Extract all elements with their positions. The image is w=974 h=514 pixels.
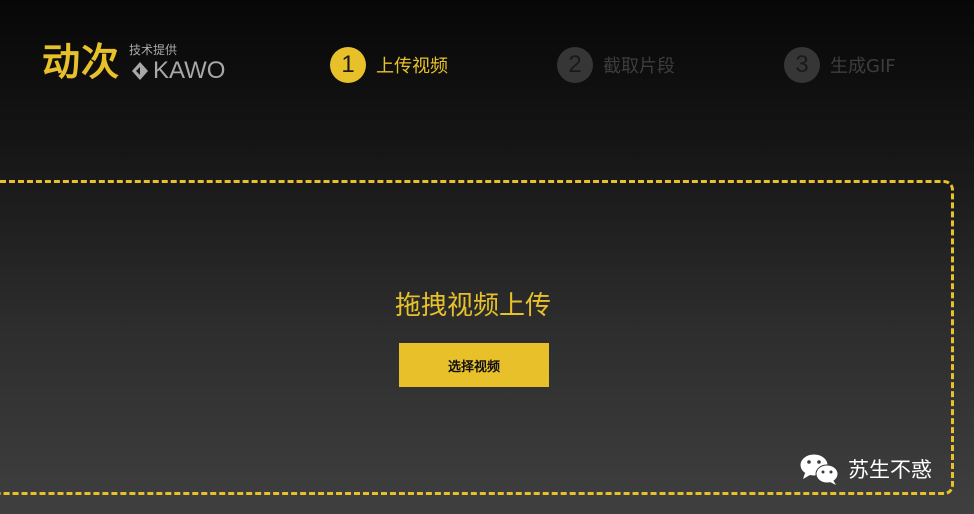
select-video-button[interactable]: 选择视频 [399,343,549,387]
kawo-logo-icon [132,62,148,80]
step-number: 2 [557,47,593,83]
watermark-text: 苏生不惑 [848,458,932,482]
step-trim-clip[interactable]: 2 截取片段 [557,46,675,84]
video-drop-zone[interactable] [0,180,954,495]
step-label: 上传视频 [376,56,448,77]
logo-title: 动次 [42,40,121,84]
watermark: 苏生不惑 [798,452,932,486]
step-upload-video[interactable]: 1 上传视频 [330,46,448,84]
wechat-icon [799,453,839,485]
step-label: 截取片段 [603,56,675,77]
logo-subtitle: 技术提供 [129,43,178,57]
step-number: 1 [330,47,366,83]
step-generate-gif[interactable]: 3 生成GIF [784,46,896,84]
step-number: 3 [784,47,820,83]
drop-zone-title: 拖拽视频上传 [394,291,551,321]
logo-brand: KAWO [129,58,225,84]
logo-brand-text: KAWO [153,57,226,84]
step-label: 生成GIF [830,56,896,77]
